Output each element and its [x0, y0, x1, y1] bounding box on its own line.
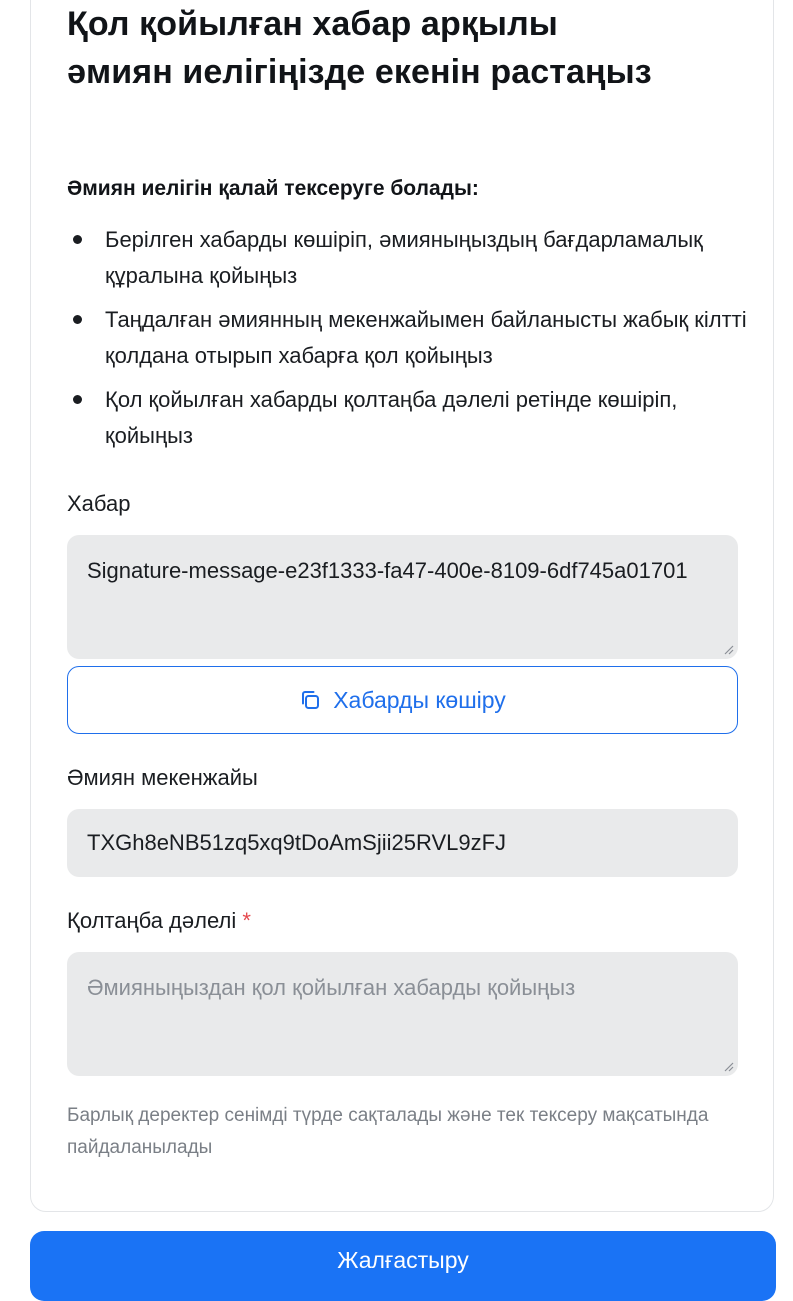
howto-step: Таңдалған әмиянның мекенжайымен байланыс…	[67, 302, 757, 374]
howto-step-text: Таңдалған әмиянның мекенжайымен байланыс…	[105, 307, 747, 368]
signature-proof-placeholder: Әмияныңыздан қол қойылған хабарды қойыңы…	[87, 975, 576, 1000]
continue-button-label: Жалғастыру	[337, 1247, 469, 1273]
message-label: Хабар	[67, 491, 131, 516]
howto-heading: Әмиян иелігін қалай тексеруге болады:	[67, 177, 479, 200]
resize-handle-icon[interactable]	[722, 1060, 734, 1072]
wallet-address-field[interactable]: TXGh8eNB51zq5xq9tDoAmSjii25RVL9zFJ	[67, 809, 738, 877]
message-value: Signature-message-e23f1333-fa47-400e-810…	[87, 558, 688, 583]
wallet-address-value: TXGh8eNB51zq5xq9tDoAmSjii25RVL9zFJ	[87, 830, 507, 855]
bullet-icon	[73, 235, 82, 244]
required-marker: *	[242, 908, 251, 933]
wallet-address-label: Әмиян мекенжайы	[67, 765, 258, 790]
page-title-line-2: әмиян иелігіңізде екенін растаңыз	[67, 53, 652, 91]
continue-button[interactable]: Жалғастыру	[30, 1231, 776, 1301]
message-textarea[interactable]: Signature-message-e23f1333-fa47-400e-810…	[67, 535, 738, 659]
howto-steps-list: Берілген хабарды көшіріп, әмияныңыздың б…	[67, 222, 757, 462]
copy-message-button-label: Хабарды көшіру	[333, 686, 506, 713]
copy-icon	[302, 691, 320, 709]
copy-message-button[interactable]: Хабарды көшіру	[67, 666, 738, 734]
privacy-note: Барлық деректер сенімді түрде сақталады …	[67, 1105, 709, 1158]
signature-proof-textarea[interactable]: Әмияныңыздан қол қойылған хабарды қойыңы…	[67, 952, 738, 1076]
signature-proof-label-text: Қолтаңба дәлелі	[67, 908, 237, 933]
page-title-line-1: Қол қойылған хабар арқылы	[67, 5, 558, 43]
resize-handle-icon[interactable]	[722, 643, 734, 655]
bullet-icon	[73, 395, 82, 404]
page-title: Қол қойылған хабар арқылы әмиян иелігіңі…	[67, 0, 757, 96]
signature-proof-label: Қолтаңба дәлелі *	[67, 906, 251, 936]
howto-step-text: Қол қойылған хабарды қолтаңба дәлелі рет…	[105, 387, 678, 448]
bullet-icon	[73, 315, 82, 324]
howto-step: Қол қойылған хабарды қолтаңба дәлелі рет…	[67, 382, 757, 454]
howto-step-text: Берілген хабарды көшіріп, әмияныңыздың б…	[105, 227, 703, 288]
howto-step: Берілген хабарды көшіріп, әмияныңыздың б…	[67, 222, 757, 294]
